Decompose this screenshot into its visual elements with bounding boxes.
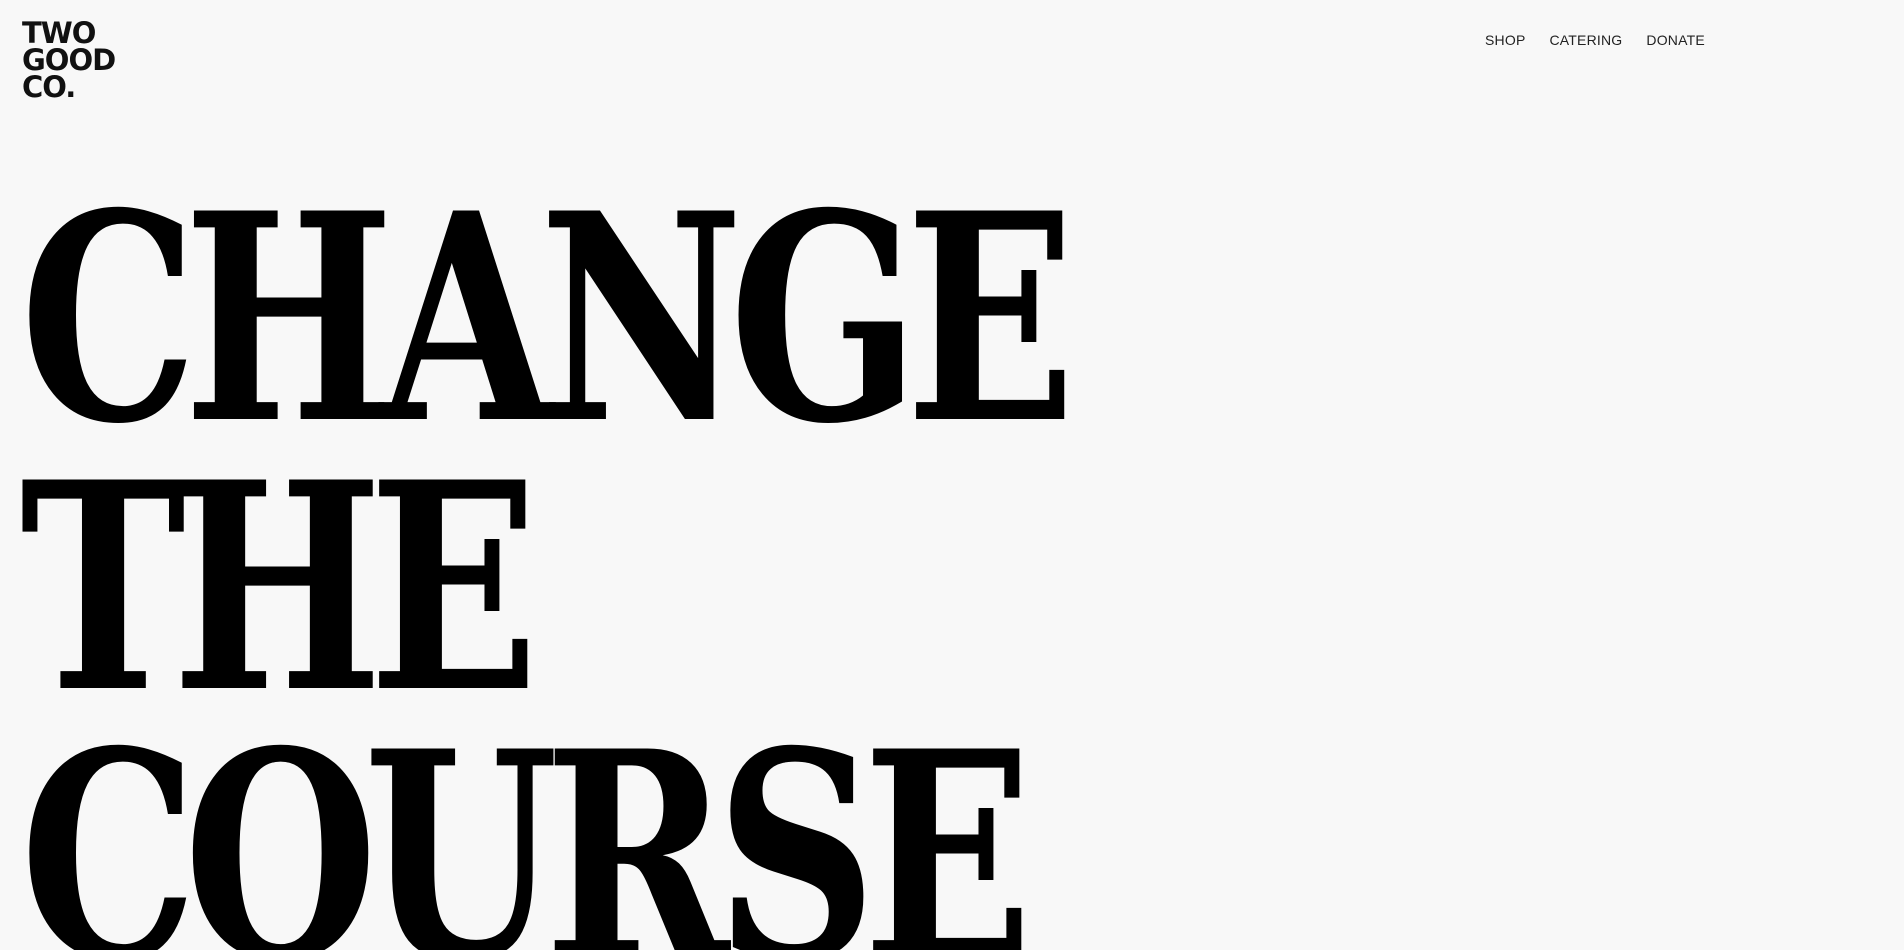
hero-line-3: COURSE xyxy=(20,689,1033,950)
hero-headline: CHANGE THE COURSE xyxy=(20,151,1076,950)
hero-line-2: THE xyxy=(20,420,539,756)
nav-shop-link[interactable]: SHOP xyxy=(1485,32,1525,48)
logo-line-3: CO. xyxy=(22,70,76,104)
nav-donate-link[interactable]: DONATE xyxy=(1646,32,1705,48)
main-nav: SHOP CATERING DONATE xyxy=(1485,32,1705,48)
hero-line-1: CHANGE xyxy=(20,151,1076,487)
nav-catering-link[interactable]: CATERING xyxy=(1549,32,1622,48)
brand-logo[interactable]: TWO GOOD CO. xyxy=(22,19,132,104)
